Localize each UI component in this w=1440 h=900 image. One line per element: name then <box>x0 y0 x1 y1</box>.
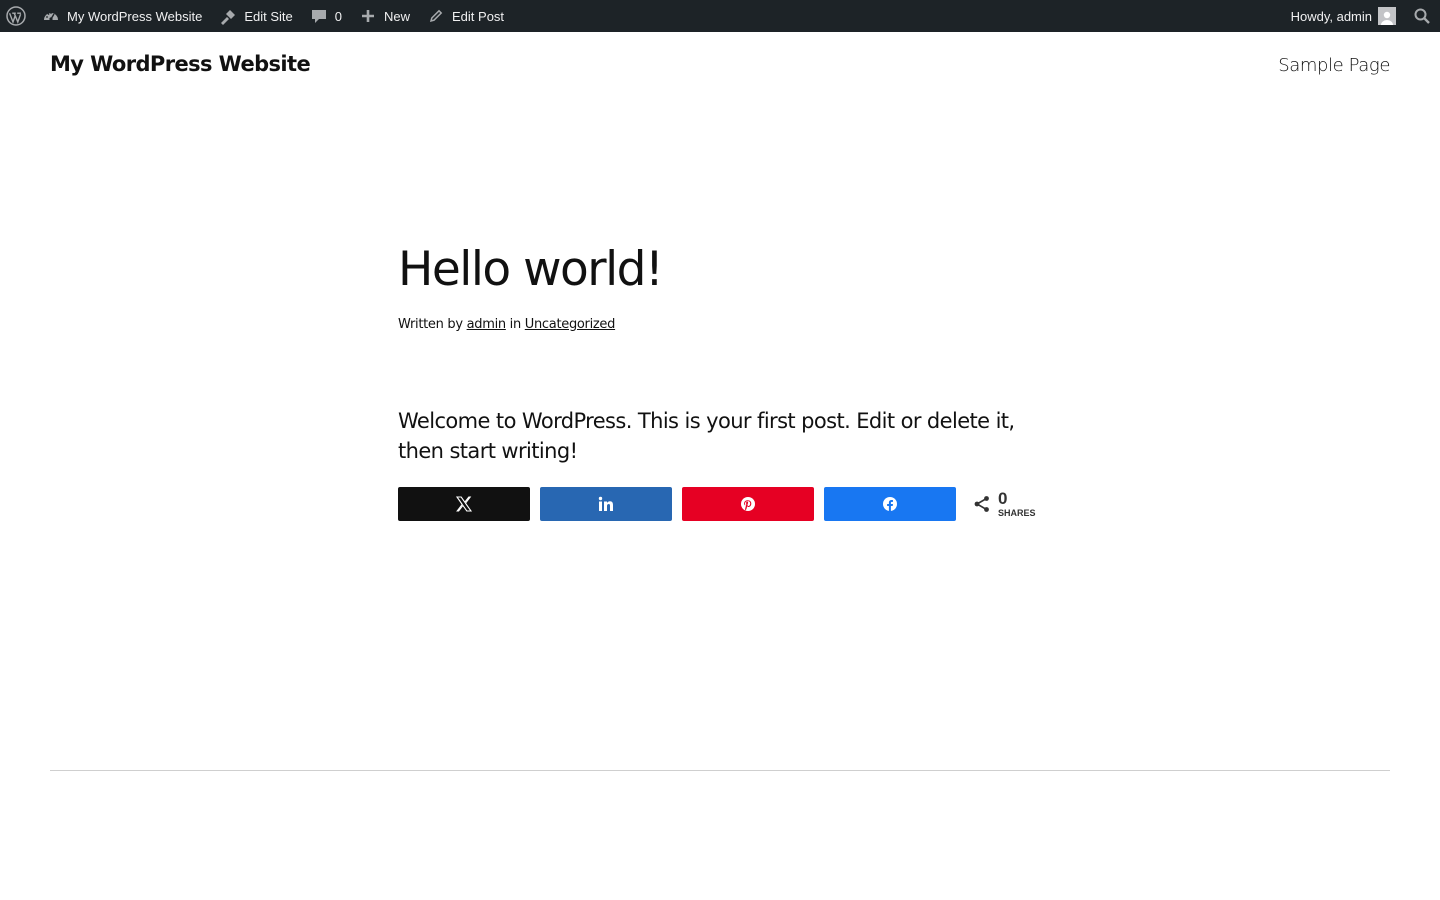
admin-bar-search[interactable] <box>1404 0 1440 32</box>
admin-bar-site-name[interactable]: My WordPress Website <box>33 0 210 32</box>
x-icon <box>455 495 473 513</box>
share-linkedin-button[interactable] <box>540 487 672 521</box>
howdy-label: Howdy, admin <box>1290 8 1372 24</box>
post-body: Welcome to WordPress. This is your first… <box>398 409 1015 463</box>
edit-site-icon <box>218 6 238 26</box>
share-count-number: 0 <box>998 489 1008 508</box>
comment-icon <box>309 6 329 26</box>
avatar <box>1378 7 1396 25</box>
author-link[interactable]: admin <box>467 317 507 332</box>
meta-in: in <box>509 317 522 332</box>
footer-divider <box>50 770 1390 771</box>
plus-icon <box>358 6 378 26</box>
wordpress-logo-icon <box>6 6 26 26</box>
share-icon <box>972 494 992 514</box>
linkedin-icon <box>598 496 614 512</box>
admin-bar-comments[interactable]: 0 <box>301 0 350 32</box>
admin-bar-edit-post-label: Edit Post <box>452 8 505 24</box>
facebook-icon <box>882 496 898 512</box>
admin-bar-edit-site[interactable]: Edit Site <box>210 0 300 32</box>
dashboard-icon <box>41 6 61 26</box>
post-meta: Written by admin in Uncategorized <box>398 317 1042 332</box>
meta-written-by: Written by <box>398 317 463 332</box>
wordpress-logo-button[interactable] <box>0 0 33 32</box>
post-title: Hello world! <box>398 242 664 297</box>
admin-bar-site-name-label: My WordPress Website <box>67 8 203 24</box>
admin-bar-new[interactable]: New <box>350 0 418 32</box>
nav-item-sample-page[interactable]: Sample Page <box>1278 55 1390 76</box>
category-link[interactable]: Uncategorized <box>525 317 616 332</box>
share-count-label: SHARES <box>998 508 1036 518</box>
admin-bar: My WordPress Website Edit Site 0 New Edi… <box>0 0 1440 32</box>
share-bar: 0 SHARES <box>398 487 1036 521</box>
share-count-values: 0 SHARES <box>998 490 1036 518</box>
share-x-button[interactable] <box>398 487 530 521</box>
admin-bar-account[interactable]: Howdy, admin <box>1283 0 1404 32</box>
post-header: Hello world! Written by admin in Uncateg… <box>398 240 1042 332</box>
admin-bar-comments-count: 0 <box>334 8 342 24</box>
admin-bar-right: Howdy, admin <box>1283 0 1440 32</box>
share-count: 0 SHARES <box>972 490 1036 518</box>
admin-bar-edit-site-label: Edit Site <box>244 8 293 24</box>
share-facebook-button[interactable] <box>824 487 956 521</box>
share-pinterest-button[interactable] <box>682 487 814 521</box>
site-title[interactable]: My WordPress Website <box>50 52 311 76</box>
pinterest-icon <box>740 496 756 512</box>
pencil-icon <box>426 6 446 26</box>
admin-bar-left: My WordPress Website Edit Site 0 New Edi… <box>0 0 512 32</box>
admin-bar-edit-post[interactable]: Edit Post <box>418 0 512 32</box>
admin-bar-new-label: New <box>384 8 411 24</box>
search-icon <box>1412 6 1432 26</box>
